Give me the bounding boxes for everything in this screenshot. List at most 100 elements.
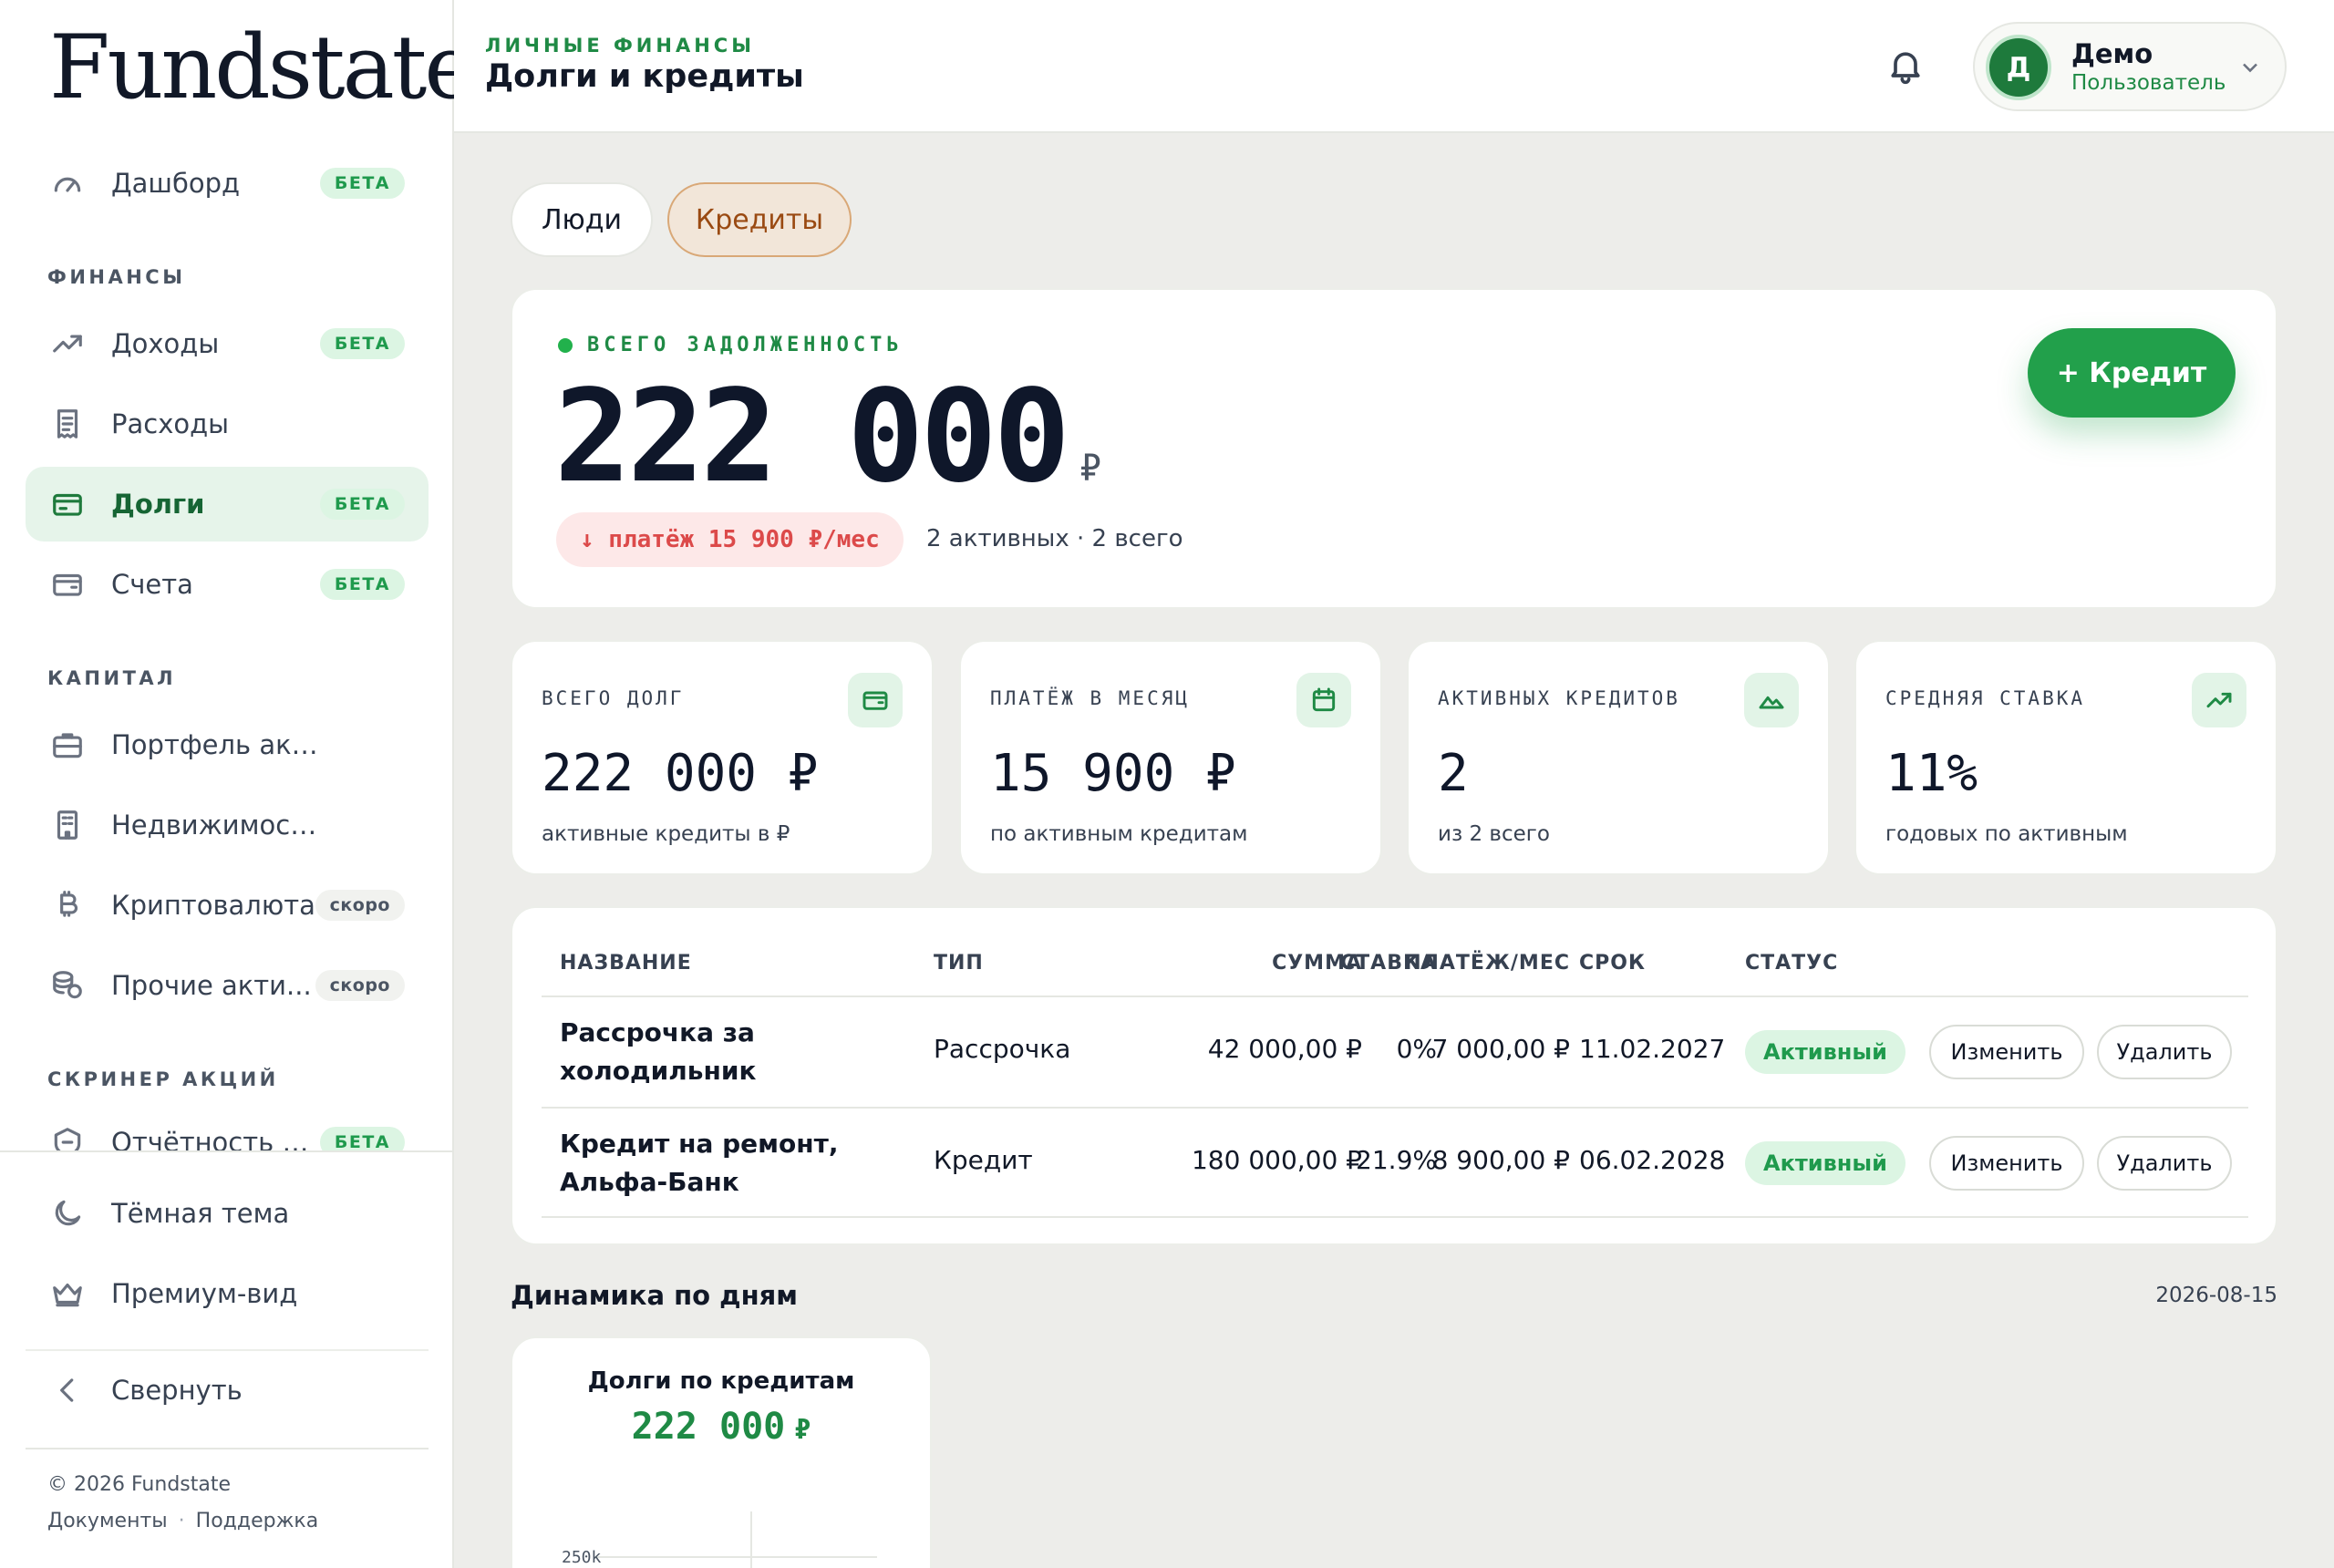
sidebar-scroll-clip: Отчётность ко... БЕТА [0,1109,452,1150]
stat-value: 2 [1438,744,1469,803]
stat-card-active-credits: АКТИВНЫХ КРЕДИТОВ 2 из 2 всего [1407,640,1830,875]
beta-badge: БЕТА [319,168,405,199]
stat-card-monthly-payment: ПЛАТЁЖ В МЕСЯЦ 15 900 ₽ по активным кред… [959,640,1382,875]
chevron-down-icon [2237,55,2263,80]
credit-name: Кредит на ремонт, Альфа-Банк [560,1129,839,1197]
soon-badge: скоро [315,970,405,1001]
currency-sign: ₽ [1079,448,1101,490]
credit-name: Рассрочка за холодильник [560,1017,757,1086]
bitcoin-icon [49,887,86,923]
section-heading-finance: ФИНАНСЫ [47,266,186,288]
user-role: Пользователь [2071,71,2226,95]
receipt-icon [49,406,86,442]
stat-subtitle: по активным кредитам [990,822,1248,846]
sidebar-divider [0,1150,452,1152]
sidebar-item-label: Расходы [111,408,230,439]
docs-link[interactable]: Документы [47,1510,168,1532]
credits-count-meta: 2 активных · 2 всего [926,525,1183,552]
user-name: Демо [2071,38,2153,69]
stat-label: АКТИВНЫХ КРЕДИТОВ [1438,687,1680,709]
sidebar-item-debts[interactable]: Долги БЕТА [26,467,429,542]
soon-badge: скоро [315,890,405,921]
app-logo[interactable]: Fundstate [49,19,476,117]
sidebar-item-stocks[interactable]: Портфель акций [26,707,429,782]
sidebar-item-label: Счета [111,569,193,600]
sidebar-item-reports[interactable]: Отчётность ко... БЕТА [26,1109,429,1150]
stat-label: ВСЕГО ДОЛГ [542,687,685,709]
sidebar-divider [26,1448,429,1449]
user-menu[interactable]: Д Демо Пользователь [1973,22,2287,111]
wallet-icon [49,566,86,603]
credit-term: 11.02.2027 [1579,1034,1726,1064]
briefcase-icon [49,727,86,763]
stat-value: 222 000 ₽ [542,744,819,803]
dark-theme-toggle[interactable]: Тёмная тема [26,1176,429,1251]
avatar: Д [1986,35,2051,100]
sidebar-item-label: Дашборд [111,168,241,199]
dynamics-title: Динамика по дням [511,1280,798,1311]
axis-tick-label: 250k [562,1548,602,1567]
footer-separator: · [178,1510,185,1532]
sidebar-item-label: Отчётность ко... [111,1127,321,1150]
sidebar-item-realty[interactable]: Недвижимость [26,788,429,862]
sidebar-item-other-assets[interactable]: Прочие акти... скоро [26,948,429,1023]
notifications-button[interactable] [1885,46,1926,86]
edit-button[interactable]: Изменить [1929,1025,2084,1079]
report-icon [49,1124,86,1150]
section-heading-screener: СКРИНЕР АКЦИЙ [47,1068,279,1090]
status-dot [558,337,573,353]
stat-subtitle: активные кредиты в ₽ [542,822,790,846]
sidebar: Fundstate Дашборд БЕТА ФИНАНСЫ Доходы БЕ… [0,0,476,1568]
delete-button[interactable]: Удалить [2097,1136,2232,1191]
delete-button[interactable]: Удалить [2097,1025,2232,1079]
table-row: Рассрочка за холодильник Рассрочка 42 00… [542,995,2248,1107]
mountain-icon [1744,673,1799,727]
trend-up-icon [49,325,86,362]
chevron-left-icon [49,1372,86,1408]
currency-sign: ₽ [794,1414,811,1446]
beta-badge: БЕТА [319,328,405,359]
tab-credits[interactable]: Кредиты [667,182,852,257]
column-header-type[interactable]: ТИП [934,952,984,975]
edit-button[interactable]: Изменить [1929,1136,2084,1191]
sidebar-item-expenses[interactable]: Расходы [26,387,429,461]
stat-label: СРЕДНЯЯ СТАВКА [1885,687,2086,709]
stat-card-average-rate: СРЕДНЯЯ СТАВКА 11% годовых по активным [1854,640,2277,875]
bell-icon [1891,52,1920,85]
stat-subtitle: из 2 всего [1438,822,1550,846]
wallet-icon [848,673,903,727]
dynamics-date: 2026-08-15 [2155,1284,2277,1307]
tab-people[interactable]: Люди [511,182,653,257]
sidebar-divider [26,1349,429,1351]
column-header-term[interactable]: СРОК [1579,952,1646,975]
sidebar-item-dashboard[interactable]: Дашборд БЕТА [26,146,429,221]
support-link[interactable]: Поддержка [196,1510,319,1532]
status-badge: Активный [1745,1141,1905,1185]
sidebar-item-crypto[interactable]: Криптовалюта скоро [26,868,429,943]
dark-theme-label: Тёмная тема [111,1198,290,1229]
sidebar-item-label: Долги [111,489,205,520]
credit-term: 06.02.2028 [1579,1145,1726,1175]
collapse-label: Свернуть [111,1375,243,1406]
stat-label: ПЛАТЁЖ В МЕСЯЦ [990,687,1191,709]
premium-view-label: Премиум-вид [111,1278,298,1309]
crown-icon [49,1275,86,1312]
premium-view-toggle[interactable]: Премиум-вид [26,1256,429,1331]
chart-title: Долги по кредитам [587,1367,855,1395]
calendar-icon [1296,673,1351,727]
footer-links: Документы · Поддержка [47,1510,318,1532]
total-debt-label-text: ВСЕГО ЗАДОЛЖЕННОСТЬ [587,334,904,356]
section-eyebrow: ЛИЧНЫЕ ФИНАНСЫ [485,35,755,57]
column-header-status[interactable]: СТАТУС [1745,952,1838,975]
moon-icon [49,1195,86,1232]
trend-up-icon [2192,673,2246,727]
collapse-sidebar-button[interactable]: Свернуть [26,1353,429,1428]
beta-badge: БЕТА [319,569,405,600]
sidebar-item-income[interactable]: Доходы БЕТА [26,306,429,381]
add-credit-button[interactable]: + Кредит [2028,328,2236,418]
stat-card-total-debt: ВСЕГО ДОЛГ 222 000 ₽ активные кредиты в … [511,640,934,875]
sidebar-item-accounts[interactable]: Счета БЕТА [26,547,429,622]
column-header-payment[interactable]: ПЛАТЁЖ/МЕС [1402,952,1570,975]
column-header-name[interactable]: НАЗВАНИЕ [560,952,692,975]
stat-value: 15 900 ₽ [990,744,1236,803]
